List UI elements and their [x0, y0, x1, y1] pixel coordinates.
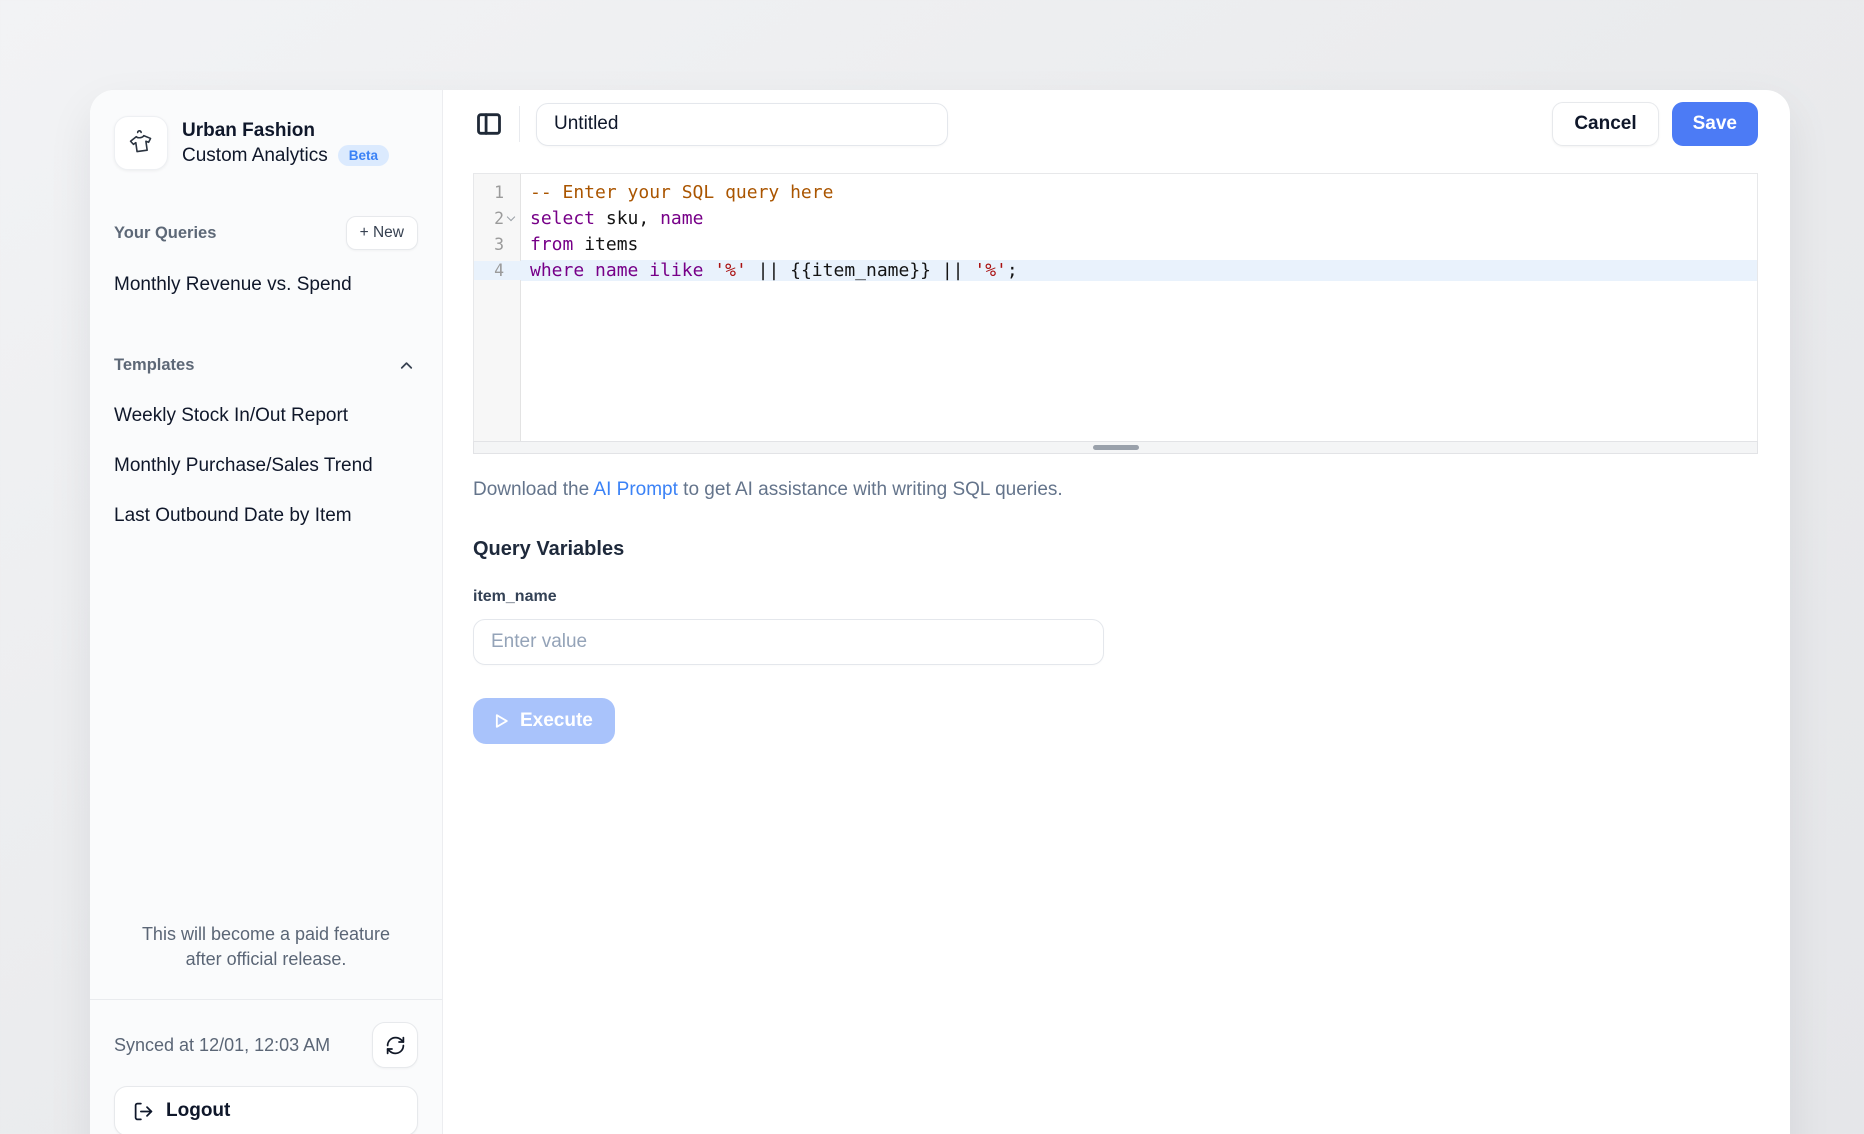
editor-lines: 1-- Enter your SQL query here2select sku…: [474, 174, 1757, 283]
workspace-header: Urban Fashion Custom Analytics Beta: [114, 116, 418, 170]
sidebar: Urban Fashion Custom Analytics Beta Your…: [90, 90, 443, 1134]
header-divider: [519, 106, 520, 142]
query-title-input[interactable]: [536, 103, 948, 146]
line-number: 2: [474, 209, 521, 228]
line-number: 4: [474, 261, 521, 280]
editor-line-3[interactable]: 3from items: [474, 231, 1757, 257]
sidebar-toggle-button[interactable]: [473, 108, 505, 140]
panel-left-icon: [475, 110, 503, 138]
sql-editor[interactable]: 1-- Enter your SQL query here2select sku…: [473, 173, 1758, 441]
workspace-name: Urban Fashion: [182, 120, 389, 142]
your-queries-label: Your Queries: [114, 224, 216, 243]
chevron-up-icon: [397, 356, 416, 375]
app-window: Urban Fashion Custom Analytics Beta Your…: [90, 90, 1790, 1134]
editor-header: Cancel Save: [473, 102, 1758, 146]
main-panel: Cancel Save 1-- Enter your SQL query her…: [443, 90, 1790, 1134]
variable-value-input[interactable]: [473, 619, 1104, 665]
app-name: Custom Analytics: [182, 145, 328, 167]
new-query-button[interactable]: + New: [346, 216, 418, 250]
templates-collapse-button[interactable]: [395, 354, 418, 377]
refresh-button[interactable]: [372, 1022, 418, 1068]
ai-assistance-text-after: to get AI assistance with writing SQL qu…: [678, 479, 1063, 500]
ai-assistance-text: Download the AI Prompt to get AI assista…: [473, 479, 1063, 501]
logout-label: Logout: [166, 1100, 230, 1122]
sidebar-item-monthly-revenue[interactable]: Monthly Revenue vs. Spend: [114, 274, 418, 296]
logout-icon: [133, 1101, 154, 1122]
workspace-logo: [114, 116, 168, 170]
templates-label: Templates: [114, 356, 194, 375]
sidebar-item-last-outbound-date[interactable]: Last Outbound Date by Item: [114, 505, 418, 527]
play-outline-icon: [491, 711, 511, 731]
editor-resize-bar[interactable]: [473, 441, 1758, 454]
cancel-button[interactable]: Cancel: [1552, 102, 1658, 146]
ai-assistance-text-before: Download the: [473, 479, 593, 500]
variable-name-label: item_name: [473, 588, 557, 606]
execute-button[interactable]: Execute: [473, 698, 615, 744]
code-line-text[interactable]: -- Enter your SQL query here: [521, 182, 1757, 203]
code-line-text[interactable]: select sku, name: [521, 208, 1757, 229]
query-variables-heading: Query Variables: [473, 538, 624, 561]
sync-status: Synced at 12/01, 12:03 AM: [114, 1035, 330, 1056]
sidebar-item-weekly-stock-report[interactable]: Weekly Stock In/Out Report: [114, 405, 418, 427]
line-number: 1: [474, 183, 521, 202]
editor-resize-handle[interactable]: [1093, 445, 1139, 450]
refresh-icon: [385, 1035, 406, 1056]
paid-feature-notice: This will become a paid feature after of…: [126, 922, 406, 971]
editor-line-2[interactable]: 2select sku, name: [474, 205, 1757, 231]
editor-line-1[interactable]: 1-- Enter your SQL query here: [474, 179, 1757, 205]
execute-label: Execute: [520, 710, 593, 732]
sidebar-item-monthly-purchase-sales[interactable]: Monthly Purchase/Sales Trend: [114, 455, 418, 477]
save-button[interactable]: Save: [1672, 102, 1758, 146]
ai-prompt-link[interactable]: AI Prompt: [593, 479, 677, 500]
editor-line-4[interactable]: 4where name ilike '%' || {{item_name}} |…: [474, 257, 1757, 283]
logout-button[interactable]: Logout: [114, 1086, 418, 1134]
code-line-text[interactable]: where name ilike '%' || {{item_name}} ||…: [521, 260, 1757, 281]
fold-chevron-down-icon[interactable]: [506, 212, 514, 220]
line-number: 3: [474, 235, 521, 254]
t-shirt-icon: [124, 126, 158, 160]
code-line-text[interactable]: from items: [521, 234, 1757, 255]
sidebar-footer: Synced at 12/01, 12:03 AM Logout © 2025 …: [90, 999, 442, 1134]
beta-badge: Beta: [338, 145, 389, 166]
